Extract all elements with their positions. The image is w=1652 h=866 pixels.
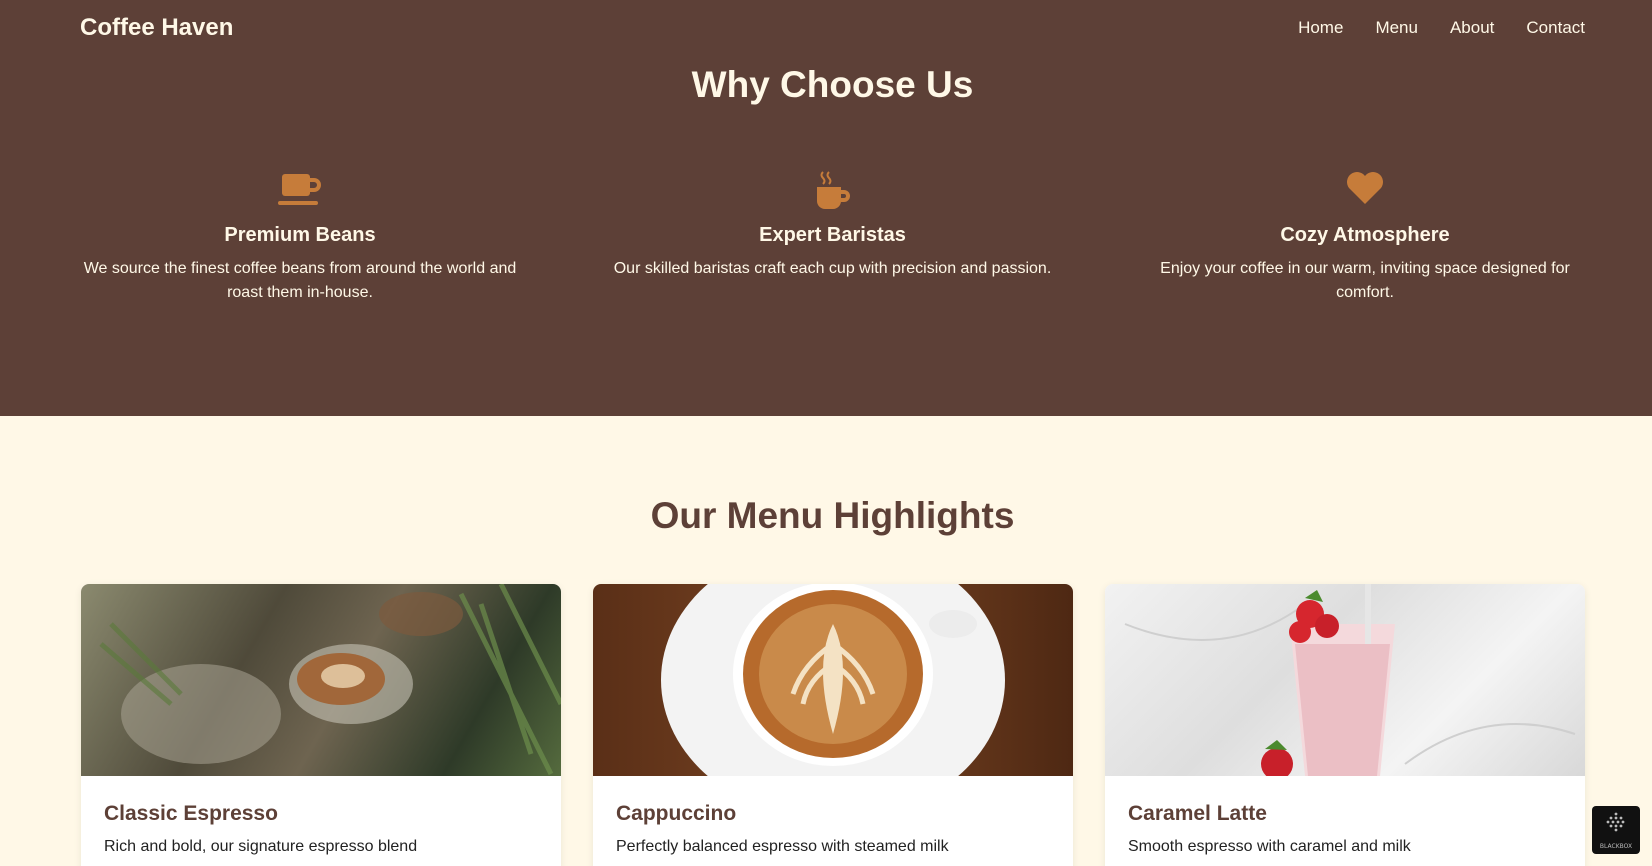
espresso-photo: [81, 584, 561, 776]
feature-title: Cozy Atmosphere: [1280, 224, 1450, 246]
blackbox-logo-icon: [1606, 812, 1625, 832]
menu-item-title: Cappuccino: [616, 802, 737, 825]
navbar: Coffee Haven Home Menu About Contact: [0, 0, 1652, 60]
blackbox-label: BLACKBOX: [1599, 843, 1633, 850]
menu-card-caramel-latte[interactable]: Caramel Latte Smooth espresso with caram…: [1105, 584, 1585, 866]
menu-item-desc: Rich and bold, our signature espresso bl…: [104, 838, 418, 855]
features-row: Premium Beans We source the finest coffe…: [80, 170, 1585, 305]
menu-item-title: Caramel Latte: [1128, 802, 1267, 825]
menu-card-classic-espresso[interactable]: Classic Espresso Rich and bold, our sign…: [81, 584, 561, 866]
why-choose-us-title: Why Choose Us: [691, 64, 974, 105]
nav-link-menu[interactable]: Menu: [1375, 18, 1418, 38]
feature-desc: Enjoy your coffee in our warm, inviting …: [1160, 260, 1570, 301]
menu-item-title: Classic Espresso: [104, 802, 278, 825]
nav-link-home[interactable]: Home: [1298, 18, 1343, 38]
brand-logo[interactable]: Coffee Haven: [80, 14, 233, 42]
menu-cards: Classic Espresso Rich and bold, our sign…: [81, 584, 1585, 866]
hot-coffee-icon: [613, 170, 1053, 214]
mug-icon: [80, 170, 520, 214]
feature-premium-beans: Premium Beans We source the finest coffe…: [80, 170, 520, 305]
feature-expert-baristas: Expert Baristas Our skilled baristas cra…: [613, 170, 1053, 305]
nav-link-contact[interactable]: Contact: [1526, 18, 1585, 38]
feature-desc: We source the finest coffee beans from a…: [83, 260, 517, 301]
blackbox-widget-button[interactable]: BLACKBOX: [1592, 806, 1640, 854]
feature-cozy-atmosphere: Cozy Atmosphere Enjoy your coffee in our…: [1145, 170, 1585, 305]
latte-photo: [1105, 584, 1585, 776]
heart-icon: [1145, 170, 1585, 214]
cappuccino-photo: [593, 584, 1073, 776]
feature-title: Expert Baristas: [759, 224, 906, 246]
menu-item-desc: Perfectly balanced espresso with steamed…: [616, 838, 949, 855]
menu-item-desc: Smooth espresso with caramel and milk: [1128, 838, 1411, 855]
feature-desc: Our skilled baristas craft each cup with…: [613, 260, 1052, 277]
feature-title: Premium Beans: [224, 224, 376, 246]
menu-highlights-title: Our Menu Highlights: [650, 495, 1015, 536]
nav-link-about[interactable]: About: [1450, 18, 1494, 38]
menu-card-cappuccino[interactable]: Cappuccino Perfectly balanced espresso w…: [593, 584, 1073, 866]
nav-links: Home Menu About Contact: [1298, 18, 1585, 38]
